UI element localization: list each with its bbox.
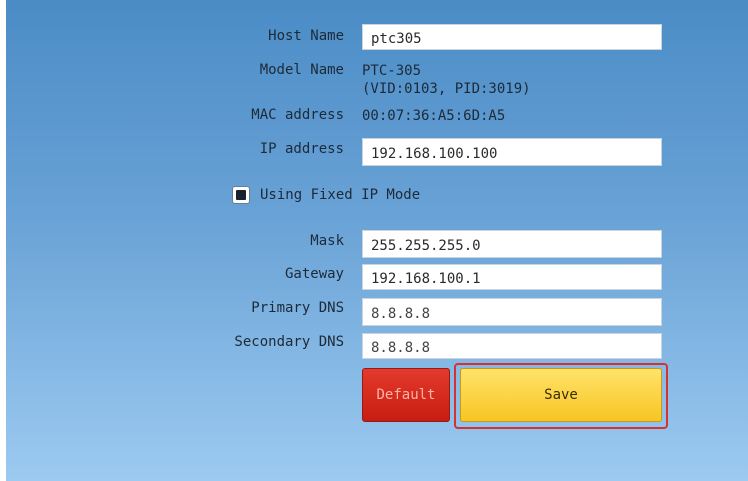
- model-name-ids: (VID:0103, PID:3019): [362, 81, 531, 97]
- model-name-value: PTC-305: [362, 63, 422, 79]
- checkbox-mark: [236, 190, 246, 200]
- ip-address-field[interactable]: 192.168.100.100: [362, 138, 662, 166]
- mask-field[interactable]: 255.255.255.0: [362, 230, 662, 258]
- primary-dns-label: Primary DNS: [251, 300, 344, 316]
- save-button[interactable]: Save: [460, 368, 662, 422]
- host-name-field[interactable]: ptc305: [362, 24, 662, 50]
- fixed-ip-mode-toggle[interactable]: Using Fixed IP Mode: [232, 186, 420, 204]
- host-name-label: Host Name: [268, 28, 344, 44]
- secondary-dns-field[interactable]: 8.8.8.8: [362, 333, 662, 359]
- secondary-dns-label: Secondary DNS: [234, 334, 344, 350]
- primary-dns-field[interactable]: 8.8.8.8: [362, 298, 662, 326]
- checkbox-checked-icon[interactable]: [232, 186, 250, 204]
- mac-address-value: 00:07:36:A5:6D:A5: [362, 108, 506, 124]
- mac-address-label: MAC address: [251, 107, 344, 123]
- gateway-label: Gateway: [284, 266, 344, 282]
- model-name-label: Model Name: [259, 62, 344, 78]
- mask-label: Mask: [310, 233, 344, 249]
- gateway-field[interactable]: 192.168.100.1: [362, 264, 662, 290]
- default-button[interactable]: Default: [362, 368, 450, 422]
- ip-address-label: IP address: [259, 141, 344, 157]
- fixed-ip-mode-label: Using Fixed IP Mode: [260, 187, 421, 203]
